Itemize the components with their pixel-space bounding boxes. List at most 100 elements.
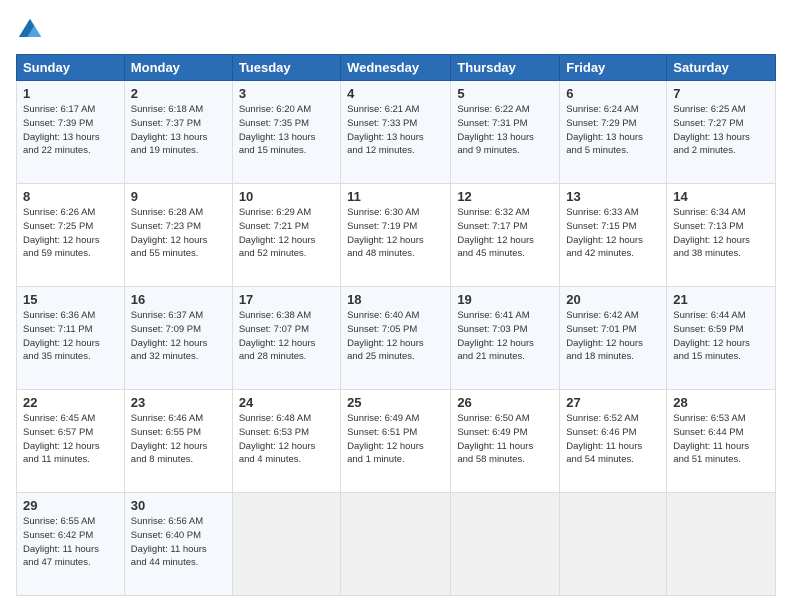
weekday-monday: Monday — [124, 55, 232, 81]
day-info: Sunrise: 6:46 AM Sunset: 6:55 PM Dayligh… — [131, 412, 226, 467]
day-number: 13 — [566, 189, 660, 204]
day-number: 2 — [131, 86, 226, 101]
day-cell: 4 Sunrise: 6:21 AM Sunset: 7:33 PM Daylig… — [341, 81, 451, 184]
day-cell: 12 Sunrise: 6:32 AM Sunset: 7:17 PM Dayli… — [451, 184, 560, 287]
day-info: Sunrise: 6:56 AM Sunset: 6:40 PM Dayligh… — [131, 515, 226, 570]
day-number: 11 — [347, 189, 444, 204]
day-cell: 16 Sunrise: 6:37 AM Sunset: 7:09 PM Dayli… — [124, 287, 232, 390]
day-info: Sunrise: 6:21 AM Sunset: 7:33 PM Dayligh… — [347, 103, 444, 158]
calendar-table: SundayMondayTuesdayWednesdayThursdayFrid… — [16, 54, 776, 596]
week-row-2: 8Sunrise: 6:26 AM Sunset: 7:25 PM Daylig… — [17, 184, 776, 287]
day-number: 14 — [673, 189, 769, 204]
day-cell: 1Sunrise: 6:17 AM Sunset: 7:39 PM Daylig… — [17, 81, 125, 184]
logo — [16, 16, 48, 44]
day-number: 24 — [239, 395, 334, 410]
day-cell: 11 Sunrise: 6:30 AM Sunset: 7:19 PM Dayli… — [341, 184, 451, 287]
day-number: 6 — [566, 86, 660, 101]
day-info: Sunrise: 6:28 AM Sunset: 7:23 PM Dayligh… — [131, 206, 226, 261]
day-number: 28 — [673, 395, 769, 410]
week-row-5: 29Sunrise: 6:55 AM Sunset: 6:42 PM Dayli… — [17, 493, 776, 596]
day-number: 18 — [347, 292, 444, 307]
day-cell: 26 Sunrise: 6:50 AM Sunset: 6:49 PM Dayli… — [451, 390, 560, 493]
day-cell: 14 Sunrise: 6:34 AM Sunset: 7:13 PM Dayli… — [667, 184, 776, 287]
weekday-tuesday: Tuesday — [232, 55, 340, 81]
day-info: Sunrise: 6:33 AM Sunset: 7:15 PM Dayligh… — [566, 206, 660, 261]
day-info: Sunrise: 6:37 AM Sunset: 7:09 PM Dayligh… — [131, 309, 226, 364]
day-info: Sunrise: 6:25 AM Sunset: 7:27 PM Dayligh… — [673, 103, 769, 158]
day-number: 16 — [131, 292, 226, 307]
day-info: Sunrise: 6:49 AM Sunset: 6:51 PM Dayligh… — [347, 412, 444, 467]
day-number: 25 — [347, 395, 444, 410]
day-cell: 2 Sunrise: 6:18 AM Sunset: 7:37 PM Daylig… — [124, 81, 232, 184]
day-cell — [667, 493, 776, 596]
day-number: 19 — [457, 292, 553, 307]
day-cell: 19 Sunrise: 6:41 AM Sunset: 7:03 PM Dayli… — [451, 287, 560, 390]
day-number: 9 — [131, 189, 226, 204]
header — [16, 16, 776, 44]
weekday-friday: Friday — [560, 55, 667, 81]
day-info: Sunrise: 6:26 AM Sunset: 7:25 PM Dayligh… — [23, 206, 118, 261]
page: SundayMondayTuesdayWednesdayThursdayFrid… — [0, 0, 792, 612]
day-info: Sunrise: 6:55 AM Sunset: 6:42 PM Dayligh… — [23, 515, 118, 570]
day-number: 4 — [347, 86, 444, 101]
day-number: 3 — [239, 86, 334, 101]
day-info: Sunrise: 6:20 AM Sunset: 7:35 PM Dayligh… — [239, 103, 334, 158]
day-info: Sunrise: 6:40 AM Sunset: 7:05 PM Dayligh… — [347, 309, 444, 364]
day-number: 27 — [566, 395, 660, 410]
day-number: 30 — [131, 498, 226, 513]
day-cell: 18 Sunrise: 6:40 AM Sunset: 7:05 PM Dayli… — [341, 287, 451, 390]
day-info: Sunrise: 6:53 AM Sunset: 6:44 PM Dayligh… — [673, 412, 769, 467]
day-info: Sunrise: 6:29 AM Sunset: 7:21 PM Dayligh… — [239, 206, 334, 261]
day-cell: 13 Sunrise: 6:33 AM Sunset: 7:15 PM Dayli… — [560, 184, 667, 287]
logo-icon — [16, 16, 44, 44]
day-cell — [341, 493, 451, 596]
day-number: 1 — [23, 86, 118, 101]
day-cell: 27 Sunrise: 6:52 AM Sunset: 6:46 PM Dayli… — [560, 390, 667, 493]
day-number: 21 — [673, 292, 769, 307]
weekday-sunday: Sunday — [17, 55, 125, 81]
day-cell — [560, 493, 667, 596]
day-info: Sunrise: 6:34 AM Sunset: 7:13 PM Dayligh… — [673, 206, 769, 261]
day-cell: 15 Sunrise: 6:36 AM Sunset: 7:11 PM Dayli… — [17, 287, 125, 390]
day-number: 26 — [457, 395, 553, 410]
day-number: 12 — [457, 189, 553, 204]
day-number: 7 — [673, 86, 769, 101]
day-info: Sunrise: 6:41 AM Sunset: 7:03 PM Dayligh… — [457, 309, 553, 364]
day-cell: 17 Sunrise: 6:38 AM Sunset: 7:07 PM Dayli… — [232, 287, 340, 390]
day-cell: 25 Sunrise: 6:49 AM Sunset: 6:51 PM Dayli… — [341, 390, 451, 493]
day-cell: 8Sunrise: 6:26 AM Sunset: 7:25 PM Daylig… — [17, 184, 125, 287]
day-info: Sunrise: 6:42 AM Sunset: 7:01 PM Dayligh… — [566, 309, 660, 364]
week-row-1: 1Sunrise: 6:17 AM Sunset: 7:39 PM Daylig… — [17, 81, 776, 184]
day-info: Sunrise: 6:30 AM Sunset: 7:19 PM Dayligh… — [347, 206, 444, 261]
day-info: Sunrise: 6:22 AM Sunset: 7:31 PM Dayligh… — [457, 103, 553, 158]
week-row-3: 15 Sunrise: 6:36 AM Sunset: 7:11 PM Dayli… — [17, 287, 776, 390]
day-info: Sunrise: 6:38 AM Sunset: 7:07 PM Dayligh… — [239, 309, 334, 364]
day-info: Sunrise: 6:36 AM Sunset: 7:11 PM Dayligh… — [23, 309, 118, 364]
day-cell: 22Sunrise: 6:45 AM Sunset: 6:57 PM Dayli… — [17, 390, 125, 493]
day-number: 22 — [23, 395, 118, 410]
day-info: Sunrise: 6:52 AM Sunset: 6:46 PM Dayligh… — [566, 412, 660, 467]
day-cell: 20Sunrise: 6:42 AM Sunset: 7:01 PM Dayli… — [560, 287, 667, 390]
day-info: Sunrise: 6:48 AM Sunset: 6:53 PM Dayligh… — [239, 412, 334, 467]
day-info: Sunrise: 6:50 AM Sunset: 6:49 PM Dayligh… — [457, 412, 553, 467]
day-info: Sunrise: 6:18 AM Sunset: 7:37 PM Dayligh… — [131, 103, 226, 158]
day-cell: 21 Sunrise: 6:44 AM Sunset: 6:59 PM Dayli… — [667, 287, 776, 390]
day-cell: 28 Sunrise: 6:53 AM Sunset: 6:44 PM Dayli… — [667, 390, 776, 493]
day-cell — [451, 493, 560, 596]
day-number: 5 — [457, 86, 553, 101]
weekday-saturday: Saturday — [667, 55, 776, 81]
day-cell: 6Sunrise: 6:24 AM Sunset: 7:29 PM Daylig… — [560, 81, 667, 184]
day-cell — [232, 493, 340, 596]
day-number: 10 — [239, 189, 334, 204]
day-number: 23 — [131, 395, 226, 410]
day-number: 15 — [23, 292, 118, 307]
day-cell: 3 Sunrise: 6:20 AM Sunset: 7:35 PM Daylig… — [232, 81, 340, 184]
day-info: Sunrise: 6:44 AM Sunset: 6:59 PM Dayligh… — [673, 309, 769, 364]
day-cell: 9 Sunrise: 6:28 AM Sunset: 7:23 PM Daylig… — [124, 184, 232, 287]
day-info: Sunrise: 6:32 AM Sunset: 7:17 PM Dayligh… — [457, 206, 553, 261]
day-cell: 24 Sunrise: 6:48 AM Sunset: 6:53 PM Dayli… — [232, 390, 340, 493]
day-number: 17 — [239, 292, 334, 307]
weekday-wednesday: Wednesday — [341, 55, 451, 81]
weekday-header-row: SundayMondayTuesdayWednesdayThursdayFrid… — [17, 55, 776, 81]
day-cell: 10 Sunrise: 6:29 AM Sunset: 7:21 PM Dayli… — [232, 184, 340, 287]
